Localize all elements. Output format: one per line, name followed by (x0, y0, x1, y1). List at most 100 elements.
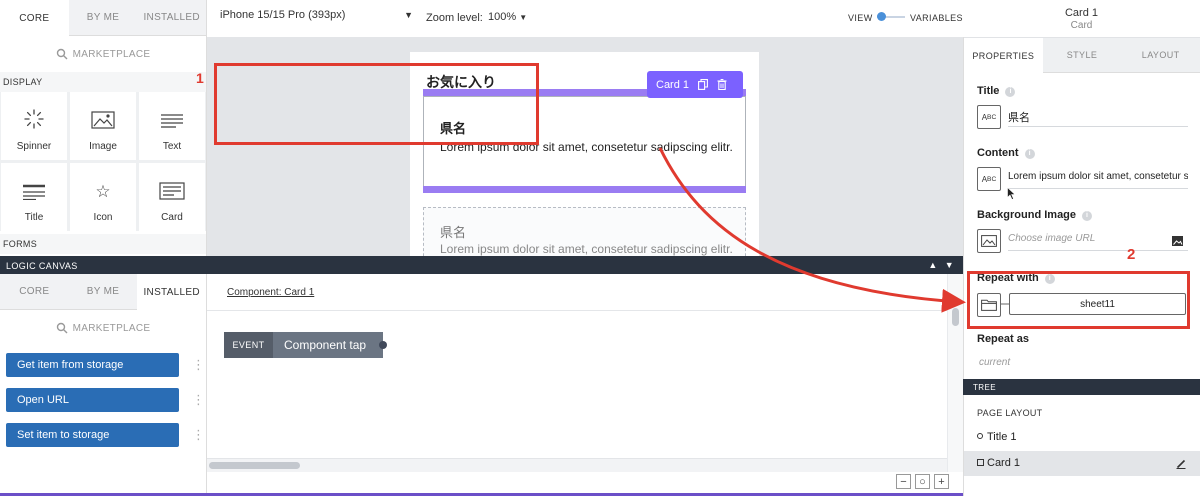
tab-style[interactable]: STYLE (1042, 38, 1122, 73)
star-icon: ☆ (95, 182, 111, 201)
label-text: Background Image (977, 209, 1077, 221)
zoom-in-button[interactable]: + (934, 474, 949, 489)
label-text: Title (977, 85, 1000, 97)
scroll-thumb[interactable] (952, 308, 959, 326)
event-node[interactable]: EVENT Component tap (224, 332, 387, 358)
tree-bar[interactable]: TREE (963, 379, 1200, 395)
tree-item-title-1[interactable]: Title 1 (964, 425, 1200, 450)
content-field[interactable]: Lorem ipsum dolor sit amet, consetetur s… (1008, 167, 1188, 189)
tab-installed[interactable]: INSTALLED (137, 0, 207, 36)
background-image-field[interactable]: Choose image URL (1008, 229, 1188, 251)
device-select-value: iPhone 15/15 Pro (393px) (220, 9, 346, 21)
component-label: Image (89, 141, 117, 152)
vertical-scrollbar[interactable] (947, 274, 963, 472)
info-icon[interactable]: i (1005, 87, 1016, 97)
label-text: Content (977, 147, 1019, 159)
tree-item-card-1[interactable]: Card 1 (964, 451, 1200, 476)
tab-by-me[interactable]: BY ME (68, 274, 138, 310)
tab-properties[interactable]: PROPERTIES (964, 38, 1043, 73)
logic-canvas[interactable]: Component: Card 1 EVENT Component tap − … (207, 274, 963, 496)
title-field[interactable]: 県名 (1008, 105, 1188, 127)
tab-layout[interactable]: LAYOUT (1121, 38, 1200, 73)
square-bullet-icon (977, 459, 984, 466)
card-toolbar-label: Card 1 (656, 78, 690, 91)
selected-component-type: Card (1070, 20, 1093, 31)
zoom-select[interactable]: 100% ▼ (488, 11, 527, 23)
component-text[interactable]: Text (139, 92, 205, 160)
drag-handle-icon[interactable]: ⋮ (192, 428, 205, 441)
variables-label: VARIABLES (910, 13, 963, 23)
component-image[interactable]: Image (70, 92, 136, 160)
divider (207, 310, 963, 311)
zoom-reset-button[interactable]: ○ (915, 474, 930, 489)
component-label: Card (161, 212, 183, 223)
logic-set-item-button[interactable]: Set item to storage (6, 423, 179, 447)
text-type-icon[interactable]: A BC (977, 167, 1001, 191)
annotation-number-1: 1 (196, 70, 204, 86)
output-port[interactable] (379, 341, 387, 349)
horizontal-scrollbar[interactable] (207, 458, 947, 472)
component-title[interactable]: Title (1, 163, 67, 231)
mouse-cursor-icon (1007, 187, 1016, 200)
image-icon (91, 111, 115, 129)
drag-handle-icon[interactable]: ⋮ (192, 393, 205, 406)
logic-palette-tabs: CORE BY ME INSTALLED (0, 274, 207, 310)
marketplace-link[interactable]: MARKETPLACE (0, 310, 206, 346)
search-icon (56, 322, 68, 334)
content-property-label: Content i (977, 147, 1035, 159)
component-icon[interactable]: ☆ Icon (70, 163, 136, 231)
image-icon (981, 235, 997, 247)
component-label: Text (162, 141, 182, 152)
marketplace-label: MARKETPLACE (72, 48, 151, 60)
tab-by-me[interactable]: BY ME (68, 0, 138, 36)
component-card[interactable]: Card (139, 163, 205, 231)
component-label: Title (24, 212, 44, 223)
view-variables-toggle[interactable] (877, 12, 905, 22)
annotation-number-2: 2 (1127, 246, 1136, 263)
marketplace-link[interactable]: MARKETPLACE (0, 36, 206, 72)
logic-canvas-label: LOGIC CANVAS (6, 261, 78, 271)
event-name: Component tap (273, 332, 383, 358)
tab-core[interactable]: CORE (0, 274, 69, 310)
drag-handle-icon[interactable]: ⋮ (192, 358, 205, 371)
trash-icon[interactable] (717, 79, 727, 90)
component-label: Spinner (16, 141, 52, 152)
zoom-out-button[interactable]: − (896, 474, 911, 489)
text-type-icon[interactable]: A BC (977, 105, 1001, 129)
top-toolbar: iPhone 15/15 Pro (393px) ▼ Zoom level: 1… (207, 0, 963, 37)
repeat-as-field[interactable]: current (979, 357, 1010, 368)
copy-icon[interactable] (698, 79, 708, 90)
text-icon (161, 114, 183, 128)
chevron-down-icon: ▼ (404, 10, 413, 20)
zoom-select-value: 100% (488, 11, 517, 23)
view-label: VIEW (848, 13, 873, 23)
tab-installed[interactable]: INSTALLED (137, 274, 207, 310)
annotation-box-2 (967, 271, 1190, 329)
tab-core[interactable]: CORE (0, 0, 69, 36)
tree-item-label: Title 1 (987, 431, 1017, 443)
device-select[interactable]: iPhone 15/15 Pro (393px) ▼ (220, 9, 413, 27)
component-breadcrumb-link[interactable]: Component: Card 1 (227, 287, 314, 298)
palette-tabs: CORE BY ME INSTALLED (0, 0, 207, 36)
event-tag: EVENT (224, 332, 273, 358)
title-icon (23, 184, 45, 200)
card-title-repeated: 県名 (440, 225, 467, 240)
info-icon[interactable]: i (1024, 149, 1035, 159)
scroll-thumb[interactable] (209, 462, 300, 469)
logic-canvas-bar[interactable]: LOGIC CANVAS ▲ ▼ (0, 256, 963, 274)
component-spinner[interactable]: Spinner (1, 92, 67, 160)
info-icon[interactable]: i (1082, 211, 1093, 221)
chevron-up-icon[interactable]: ▲ (928, 260, 937, 270)
tree-item-label: Card 1 (987, 457, 1021, 469)
chevron-down-icon[interactable]: ▼ (945, 260, 954, 270)
image-picker-icon[interactable] (1172, 236, 1183, 246)
logic-get-item-button[interactable]: Get item from storage (6, 353, 179, 377)
logic-open-url-button[interactable]: Open URL (6, 388, 179, 412)
logic-canvas-controls: ▲ ▼ (928, 260, 954, 270)
selection-bar-bottom (423, 186, 746, 193)
edit-pencil-icon[interactable] (1176, 459, 1186, 469)
component-palette: CORE BY ME INSTALLED MARKETPLACE DISPLAY… (0, 0, 207, 256)
search-icon (56, 48, 68, 60)
image-type-icon[interactable] (977, 229, 1001, 253)
page-layout-label: PAGE LAYOUT (977, 408, 1043, 418)
